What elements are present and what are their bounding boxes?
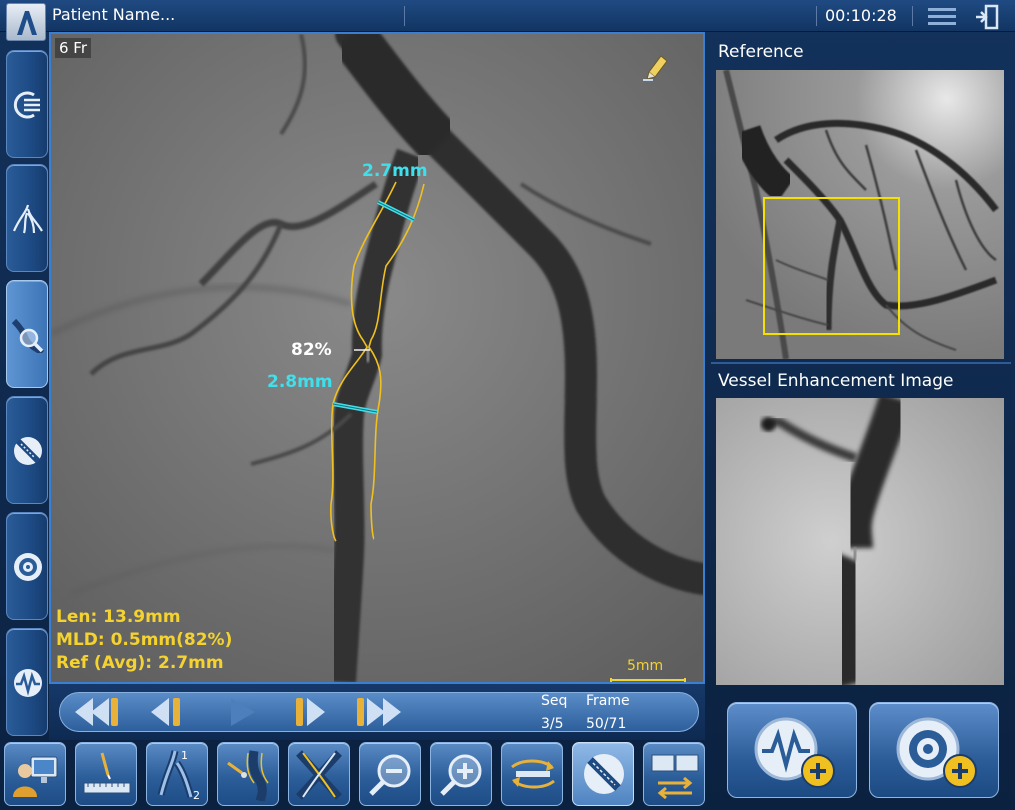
vessel-segment-button[interactable]: 1 2 [146,742,208,806]
stent-view-icon [584,754,624,794]
vessel-tree-icon [12,204,43,234]
target-icon [14,553,42,581]
multi-display-icon [651,754,699,799]
vessel-enhancement-image[interactable] [716,398,1004,685]
bottom-diameter-label: 2.8mm [267,372,333,392]
last-frame-icon[interactable] [353,694,405,730]
contour-edit-icon [227,750,269,801]
multi-display-button[interactable] [643,742,705,806]
top-diameter-label: 2.7mm [362,161,428,181]
top-bar: Patient Name... 00:10:28 [0,0,1015,41]
vessel-enhancement-title: Vessel Enhancement Image [718,371,954,391]
procedure-timer: 00:10:28 [825,6,897,25]
patient-workstation-button[interactable] [4,742,66,806]
frame-header: Frame [586,693,630,709]
previous-frame-icon[interactable] [147,694,187,730]
crossover-icon [296,750,342,800]
svg-text:1: 1 [181,749,188,762]
sequence-value: 3/5 [541,716,564,732]
playback-bar: Seq Frame 3/5 50/71 [49,684,705,740]
acquisition-icon [13,91,40,119]
divider [912,6,913,26]
waveform-button[interactable] [6,628,48,736]
patient-name[interactable]: Patient Name... [52,5,175,24]
zoom-out-icon [369,754,411,796]
waveform-icon [14,669,42,697]
panel-divider [711,362,1011,364]
reference-title: Reference [718,42,804,62]
menu-lines-icon[interactable] [928,7,956,25]
target-button[interactable] [6,512,48,620]
ref-avg-stat: Ref (Avg): 2.7mm [56,653,224,673]
add-waveform-icon [754,717,835,788]
add-waveform-button[interactable] [727,702,857,798]
reference-angiogram [716,70,1004,359]
swap-images-icon [511,759,555,789]
crossover-button[interactable] [288,742,350,806]
mld-stat: MLD: 0.5mm(82%) [56,630,233,650]
divider [816,6,817,26]
qca-analysis-icon [12,319,44,353]
zoom-in-button[interactable] [430,742,492,806]
first-frame-icon[interactable] [71,694,123,730]
stent-view-button[interactable] [572,742,634,806]
acquisition-button[interactable] [6,50,48,158]
swap-images-button[interactable] [501,742,563,806]
play-icon[interactable] [225,694,261,730]
vessel-tree-button[interactable] [6,164,48,272]
zoom-in-icon [440,754,482,796]
next-frame-icon[interactable] [291,694,331,730]
catheter-calibration-icon [83,752,131,794]
stenosis-percent-label: 82% [291,340,332,360]
sequence-header: Seq [541,693,568,709]
exit-door-icon[interactable] [974,4,1000,30]
main-angiogram-viewer[interactable]: 6 Fr 2.7mm 82% 2.8mm Len: 13.9mm MLD: 0.… [49,32,705,684]
qca-analysis-button[interactable] [6,280,48,388]
patient-workstation-icon [13,756,58,797]
add-target-icon [896,717,977,788]
vessel-segment-icon: 1 2 [157,749,200,801]
add-target-button[interactable] [869,702,999,798]
enhanced-vessel [716,398,1004,685]
angiogram-image [51,34,703,682]
svg-text:2: 2 [193,789,200,801]
divider [404,6,405,26]
scale-bar-label: 5mm [627,658,664,674]
stent-button[interactable] [6,396,48,504]
pencil-edit-icon[interactable] [641,52,669,82]
reference-image[interactable] [716,70,1004,359]
length-stat: Len: 13.9mm [56,607,181,627]
stent-icon [14,437,42,465]
contour-edit-button[interactable] [217,742,279,806]
philips-logo-icon [17,11,37,35]
logo[interactable] [6,3,46,41]
zoom-out-button[interactable] [359,742,421,806]
frame-value: 50/71 [586,716,627,732]
catheter-size-label: 6 Fr [55,38,92,58]
qca-application: Patient Name... 00:10:28 6 Fr 2.7mm 82% … [0,0,1015,810]
catheter-calibration-button[interactable] [75,742,137,806]
